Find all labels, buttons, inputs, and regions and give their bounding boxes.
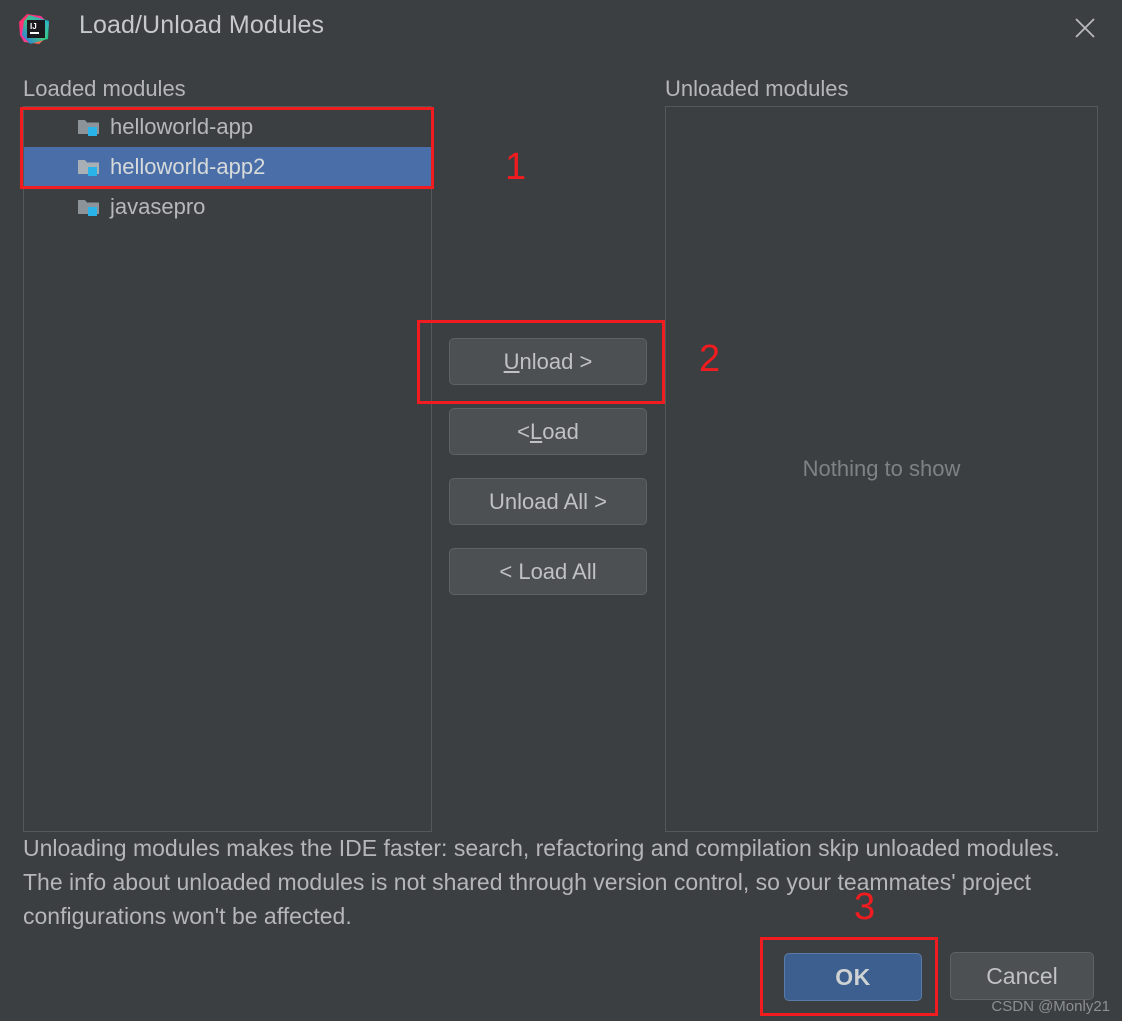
description-text: Unloading modules makes the IDE faster: … xyxy=(23,835,1060,929)
load-button-prefix: < xyxy=(517,418,530,444)
list-item-label: helloworld-app xyxy=(110,114,254,139)
list-item-label: helloworld-app2 xyxy=(110,154,266,179)
load-mnemonic: L xyxy=(529,418,543,444)
list-item[interactable]: helloworld-app2 xyxy=(24,147,431,187)
unload-mnemonic: U xyxy=(503,348,520,374)
unload-button-label: nload > xyxy=(519,348,593,374)
unloaded-modules-list[interactable]: Nothing to show xyxy=(665,106,1098,832)
dialog-title: Load/Unload Modules xyxy=(79,11,325,39)
list-item[interactable]: helloworld-app xyxy=(24,107,431,147)
module-folder-icon xyxy=(77,157,101,177)
loaded-modules-label: Loaded modules xyxy=(23,76,186,101)
module-folder-icon xyxy=(77,197,101,217)
load-all-button[interactable]: < Load All xyxy=(449,548,647,595)
load-button[interactable]: < Load xyxy=(449,408,647,455)
empty-state-text: Nothing to show xyxy=(802,456,961,481)
unload-all-button[interactable]: Unload All > xyxy=(449,478,647,525)
svg-text:IJ: IJ xyxy=(30,22,37,31)
list-item-label: javasepro xyxy=(110,194,206,219)
module-folder-icon xyxy=(77,117,101,137)
close-icon[interactable] xyxy=(1068,11,1102,45)
annotation-number-1: 1 xyxy=(505,146,527,188)
unloaded-modules-label: Unloaded modules xyxy=(665,76,849,101)
loaded-modules-list[interactable]: helloworld-app helloworld-app2 javasepro xyxy=(23,106,432,832)
ok-button[interactable]: OK xyxy=(784,953,922,1001)
watermark: CSDN @Monly21 xyxy=(991,998,1110,1015)
intellij-idea-logo-icon: IJ xyxy=(18,13,50,45)
cancel-button[interactable]: Cancel xyxy=(950,952,1094,1000)
load-button-label: oad xyxy=(542,418,579,444)
dialog-titlebar: IJ Load/Unload Modules xyxy=(0,0,1122,58)
list-item[interactable]: javasepro xyxy=(24,187,431,227)
unload-button[interactable]: Unload > xyxy=(449,338,647,385)
